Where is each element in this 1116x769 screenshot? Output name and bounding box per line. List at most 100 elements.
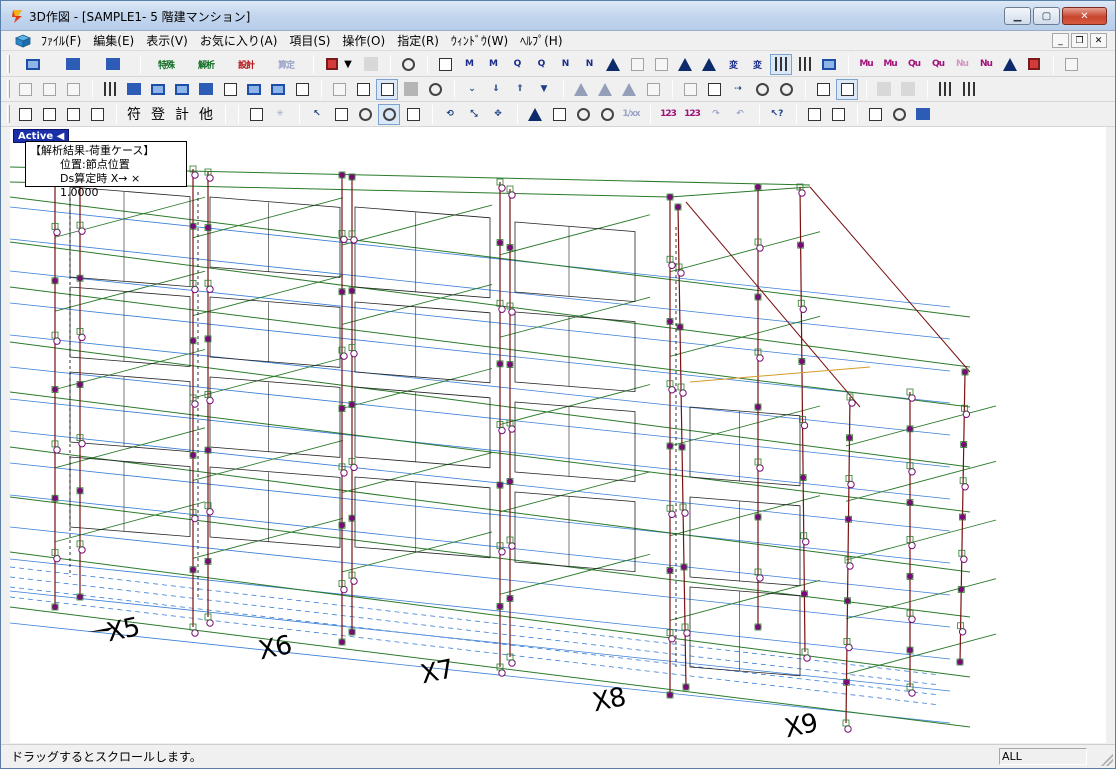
qu-boxed-button[interactable]: Qu [927, 54, 949, 75]
redo-button[interactable]: ↷ [705, 104, 727, 125]
grid-view-button[interactable] [54, 54, 92, 75]
mdi-restore-button[interactable]: ❐ [1071, 33, 1088, 48]
moment-m1-button[interactable]: M [458, 54, 480, 75]
shear-q1-button[interactable]: Q [506, 54, 528, 75]
mu-button[interactable]: Mu [855, 54, 877, 75]
structure-model[interactable] [10, 127, 1106, 743]
menu-items[interactable]: 項目(S) [283, 32, 336, 49]
nu-boxed-button[interactable]: Nu [975, 54, 997, 75]
table-edit-button[interactable] [86, 104, 108, 125]
brace-button[interactable] [171, 79, 193, 100]
dimension-button[interactable] [679, 79, 701, 100]
node-display-button[interactable] [770, 53, 792, 75]
frame-view-button[interactable] [14, 54, 52, 75]
qu-button[interactable]: Qu [903, 54, 925, 75]
moment-m2-button[interactable]: M [482, 54, 504, 75]
nav-dropdown-button[interactable]: ▼ [533, 79, 555, 100]
mdi-close-button[interactable]: ✕ [1090, 33, 1107, 48]
shape-color-dropdown[interactable]: ▼ [320, 54, 358, 75]
view-dot-button[interactable] [424, 79, 446, 100]
menu-edit[interactable]: 編集(E) [87, 32, 140, 49]
menu-specify[interactable]: 指定(R) [391, 32, 445, 49]
nav-down-button[interactable]: ⌄ [461, 79, 483, 100]
load-button[interactable] [267, 79, 289, 100]
menu-help[interactable]: ﾍﾙﾌﾟ(H) [514, 32, 568, 49]
menu-view[interactable]: 表示(V) [140, 32, 194, 49]
view-plan-button[interactable] [400, 79, 422, 100]
stress-diagram-button[interactable] [626, 54, 648, 75]
calc-button[interactable]: 計 [171, 104, 193, 125]
sparkle-button[interactable]: ✳ [269, 104, 291, 125]
zoom-window-button[interactable] [548, 104, 570, 125]
special-button[interactable]: 特殊 [147, 54, 185, 75]
pan-arrows-button[interactable] [402, 104, 424, 125]
stress-diagram2-button[interactable] [650, 54, 672, 75]
model-viewport[interactable]: Active ◀ 【解析結果-荷重ケース】 位置:節点位置 Ds算定時 X→ ×… [10, 127, 1106, 743]
undo-button[interactable]: ↶ [729, 104, 751, 125]
angle-button[interactable] [703, 79, 725, 100]
ultimate-reaction2-button[interactable] [1023, 54, 1045, 75]
displacement2-button[interactable]: 変 [746, 54, 768, 75]
house-button[interactable] [570, 79, 592, 100]
menu-operation[interactable]: 操作(O) [336, 32, 391, 49]
hand-tool-button[interactable] [14, 79, 36, 100]
node-display2-button[interactable] [794, 54, 816, 75]
length-button[interactable]: ⇢ [727, 79, 749, 100]
document-cube-icon[interactable] [15, 34, 31, 48]
house3-button[interactable] [618, 79, 640, 100]
mu-boxed-button[interactable]: Mu [879, 54, 901, 75]
list-tool-button[interactable] [62, 79, 84, 100]
print-button[interactable] [803, 104, 825, 125]
copy-button[interactable] [864, 104, 886, 125]
tree-button[interactable] [14, 104, 36, 125]
mdi-minimize-button[interactable]: _ [1052, 33, 1069, 48]
menu-window[interactable]: ｳｨﾝﾄﾞｳ(W) [445, 32, 514, 49]
rotate-view-button[interactable]: ⟲ [439, 104, 461, 125]
select-arrow-button[interactable]: ↖ [306, 104, 328, 125]
beam-button[interactable] [147, 79, 169, 100]
close-button[interactable]: ✕ [1062, 7, 1107, 25]
axial-n1-button[interactable]: N [554, 54, 576, 75]
help-pointer-button[interactable]: ↖? [766, 104, 788, 125]
cube-frame-button[interactable] [812, 79, 834, 100]
displacement-button[interactable]: 変 [722, 54, 744, 75]
axial-n2-button[interactable]: N [578, 54, 600, 75]
deform-button[interactable] [602, 54, 624, 75]
pillar-tool-button[interactable] [38, 79, 60, 100]
maximize-button[interactable]: ▢ [1033, 7, 1060, 25]
view-side-button[interactable] [352, 79, 374, 100]
reaction2-button[interactable] [698, 54, 720, 75]
design-button[interactable]: 設計 [227, 54, 265, 75]
select-box-button[interactable] [330, 104, 352, 125]
other-button[interactable]: 他 [195, 104, 217, 125]
bars-blue-button[interactable] [934, 79, 956, 100]
nav-double-up-button[interactable]: ⇑ [509, 79, 531, 100]
move-button[interactable]: ✥ [487, 104, 509, 125]
block-view-button[interactable] [94, 54, 132, 75]
slab-button[interactable] [219, 79, 241, 100]
nu-button[interactable]: Nu [951, 54, 973, 75]
pan-hand-button[interactable] [354, 104, 376, 125]
rotate-button[interactable] [775, 79, 797, 100]
tree2-button[interactable] [38, 104, 60, 125]
house2-button[interactable] [594, 79, 616, 100]
resize-grip[interactable] [1101, 754, 1113, 766]
ultimate-reaction-button[interactable] [999, 54, 1021, 75]
book-button[interactable] [912, 104, 934, 125]
print-preview-button[interactable] [827, 104, 849, 125]
minimize-button[interactable]: ▁ [1004, 7, 1031, 25]
node-display3-button[interactable] [818, 54, 840, 75]
pan-hand2-button[interactable] [378, 103, 400, 125]
wall-button[interactable] [195, 79, 217, 100]
stair-button[interactable] [243, 79, 265, 100]
clock-button[interactable] [397, 54, 419, 75]
node-move-button[interactable] [99, 79, 121, 100]
symbol-button[interactable]: 符 [123, 104, 145, 125]
number-up-button[interactable]: 123 [657, 104, 679, 125]
bars-color-button[interactable] [958, 79, 980, 100]
title-bar[interactable]: 3D作図 - [SAMPLE1- 5 階建マンション] ▁ ▢ ✕ [1, 1, 1115, 31]
stop-button[interactable] [360, 54, 382, 75]
gray-box1-button[interactable] [873, 79, 895, 100]
reaction-button[interactable] [674, 54, 696, 75]
gray-box2-button[interactable] [897, 79, 919, 100]
